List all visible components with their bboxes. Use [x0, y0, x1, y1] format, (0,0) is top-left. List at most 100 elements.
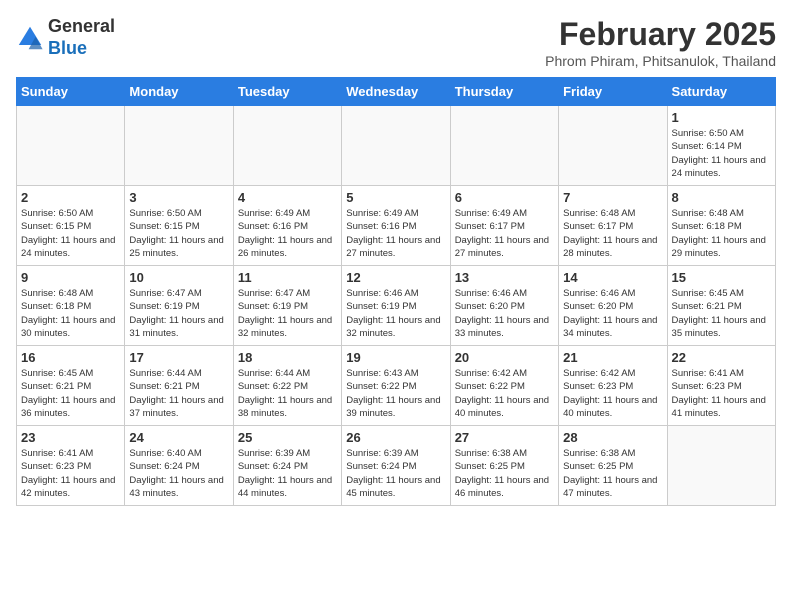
day-info: Sunrise: 6:40 AM Sunset: 6:24 PM Dayligh…: [129, 447, 228, 500]
day-cell: 5 Sunrise: 6:49 AM Sunset: 6:16 PM Daylig…: [342, 186, 450, 266]
header-tuesday: Tuesday: [233, 78, 341, 106]
day-number: 14: [563, 270, 662, 285]
day-cell: 3 Sunrise: 6:50 AM Sunset: 6:15 PM Daylig…: [125, 186, 233, 266]
day-cell: 23 Sunrise: 6:41 AM Sunset: 6:23 PM Dayli…: [17, 426, 125, 506]
header: General Blue February 2025 Phrom Phiram,…: [16, 16, 776, 69]
header-row: SundayMondayTuesdayWednesdayThursdayFrid…: [17, 78, 776, 106]
day-cell: 24 Sunrise: 6:40 AM Sunset: 6:24 PM Dayli…: [125, 426, 233, 506]
day-info: Sunrise: 6:50 AM Sunset: 6:15 PM Dayligh…: [129, 207, 228, 260]
day-info: Sunrise: 6:49 AM Sunset: 6:16 PM Dayligh…: [238, 207, 337, 260]
day-cell: 10Sunrise: 6:47 AM Sunset: 6:19 PM Dayli…: [125, 266, 233, 346]
day-cell: [233, 106, 341, 186]
day-cell: 21 Sunrise: 6:42 AM Sunset: 6:23 PM Dayli…: [559, 346, 667, 426]
header-monday: Monday: [125, 78, 233, 106]
day-number: 10: [129, 270, 228, 285]
day-number: 18: [238, 350, 337, 365]
day-cell: 13Sunrise: 6:46 AM Sunset: 6:20 PM Dayli…: [450, 266, 558, 346]
header-thursday: Thursday: [450, 78, 558, 106]
day-number: 17: [129, 350, 228, 365]
day-info: Sunrise: 6:46 AM Sunset: 6:19 PM Dayligh…: [346, 287, 445, 340]
day-cell: 28 Sunrise: 6:38 AM Sunset: 6:25 PM Dayli…: [559, 426, 667, 506]
day-info: Sunrise: 6:46 AM Sunset: 6:20 PM Dayligh…: [563, 287, 662, 340]
day-number: 19: [346, 350, 445, 365]
day-cell: 11 Sunrise: 6:47 AM Sunset: 6:19 PM Dayli…: [233, 266, 341, 346]
day-cell: 12 Sunrise: 6:46 AM Sunset: 6:19 PM Dayli…: [342, 266, 450, 346]
day-cell: [559, 106, 667, 186]
day-number: 8: [672, 190, 771, 205]
day-cell: 14 Sunrise: 6:46 AM Sunset: 6:20 PM Dayli…: [559, 266, 667, 346]
day-info: Sunrise: 6:45 AM Sunset: 6:21 PM Dayligh…: [672, 287, 771, 340]
day-info: Sunrise: 6:45 AM Sunset: 6:21 PM Dayligh…: [21, 367, 120, 420]
day-info: Sunrise: 6:48 AM Sunset: 6:17 PM Dayligh…: [563, 207, 662, 260]
day-cell: 19 Sunrise: 6:43 AM Sunset: 6:22 PM Dayli…: [342, 346, 450, 426]
week-row-3: 16 Sunrise: 6:45 AM Sunset: 6:21 PM Dayli…: [17, 346, 776, 426]
day-number: 9: [21, 270, 120, 285]
logo-blue: Blue: [48, 38, 87, 58]
header-wednesday: Wednesday: [342, 78, 450, 106]
week-row-2: 9 Sunrise: 6:48 AM Sunset: 6:18 PM Daylig…: [17, 266, 776, 346]
day-cell: 7 Sunrise: 6:48 AM Sunset: 6:17 PM Daylig…: [559, 186, 667, 266]
day-number: 26: [346, 430, 445, 445]
logo-general: General: [48, 16, 115, 36]
day-info: Sunrise: 6:42 AM Sunset: 6:22 PM Dayligh…: [455, 367, 554, 420]
day-info: Sunrise: 6:48 AM Sunset: 6:18 PM Dayligh…: [21, 287, 120, 340]
day-cell: 1Sunrise: 6:50 AM Sunset: 6:14 PM Daylig…: [667, 106, 775, 186]
week-row-1: 2 Sunrise: 6:50 AM Sunset: 6:15 PM Daylig…: [17, 186, 776, 266]
day-cell: 20Sunrise: 6:42 AM Sunset: 6:22 PM Dayli…: [450, 346, 558, 426]
day-number: 16: [21, 350, 120, 365]
day-info: Sunrise: 6:41 AM Sunset: 6:23 PM Dayligh…: [672, 367, 771, 420]
day-cell: [450, 106, 558, 186]
day-info: Sunrise: 6:39 AM Sunset: 6:24 PM Dayligh…: [238, 447, 337, 500]
day-number: 11: [238, 270, 337, 285]
day-number: 24: [129, 430, 228, 445]
day-number: 1: [672, 110, 771, 125]
logo: General Blue: [16, 16, 115, 59]
header-sunday: Sunday: [17, 78, 125, 106]
day-cell: 2Sunrise: 6:50 AM Sunset: 6:15 PM Daylig…: [17, 186, 125, 266]
day-info: Sunrise: 6:44 AM Sunset: 6:21 PM Dayligh…: [129, 367, 228, 420]
day-cell: [125, 106, 233, 186]
day-info: Sunrise: 6:38 AM Sunset: 6:25 PM Dayligh…: [455, 447, 554, 500]
day-cell: 26 Sunrise: 6:39 AM Sunset: 6:24 PM Dayli…: [342, 426, 450, 506]
day-info: Sunrise: 6:39 AM Sunset: 6:24 PM Dayligh…: [346, 447, 445, 500]
header-friday: Friday: [559, 78, 667, 106]
day-number: 7: [563, 190, 662, 205]
day-number: 2: [21, 190, 120, 205]
logo-icon: [16, 24, 44, 52]
day-cell: 9 Sunrise: 6:48 AM Sunset: 6:18 PM Daylig…: [17, 266, 125, 346]
day-number: 25: [238, 430, 337, 445]
day-info: Sunrise: 6:49 AM Sunset: 6:16 PM Dayligh…: [346, 207, 445, 260]
calendar-body: 1Sunrise: 6:50 AM Sunset: 6:14 PM Daylig…: [17, 106, 776, 506]
day-number: 28: [563, 430, 662, 445]
day-number: 23: [21, 430, 120, 445]
day-number: 13: [455, 270, 554, 285]
day-cell: 16 Sunrise: 6:45 AM Sunset: 6:21 PM Dayli…: [17, 346, 125, 426]
day-number: 21: [563, 350, 662, 365]
day-cell: 17 Sunrise: 6:44 AM Sunset: 6:21 PM Dayli…: [125, 346, 233, 426]
day-number: 5: [346, 190, 445, 205]
day-number: 12: [346, 270, 445, 285]
day-number: 3: [129, 190, 228, 205]
day-cell: 15 Sunrise: 6:45 AM Sunset: 6:21 PM Dayli…: [667, 266, 775, 346]
calendar-header: SundayMondayTuesdayWednesdayThursdayFrid…: [17, 78, 776, 106]
day-info: Sunrise: 6:44 AM Sunset: 6:22 PM Dayligh…: [238, 367, 337, 420]
week-row-0: 1Sunrise: 6:50 AM Sunset: 6:14 PM Daylig…: [17, 106, 776, 186]
title-area: February 2025 Phrom Phiram, Phitsanulok,…: [545, 16, 776, 69]
logo-text: General Blue: [48, 16, 115, 59]
day-number: 27: [455, 430, 554, 445]
day-cell: 25 Sunrise: 6:39 AM Sunset: 6:24 PM Dayli…: [233, 426, 341, 506]
day-cell: 8 Sunrise: 6:48 AM Sunset: 6:18 PM Daylig…: [667, 186, 775, 266]
calendar-title: February 2025: [545, 16, 776, 53]
day-number: 15: [672, 270, 771, 285]
day-cell: [17, 106, 125, 186]
day-info: Sunrise: 6:48 AM Sunset: 6:18 PM Dayligh…: [672, 207, 771, 260]
day-info: Sunrise: 6:42 AM Sunset: 6:23 PM Dayligh…: [563, 367, 662, 420]
day-cell: [667, 426, 775, 506]
day-info: Sunrise: 6:47 AM Sunset: 6:19 PM Dayligh…: [238, 287, 337, 340]
day-info: Sunrise: 6:43 AM Sunset: 6:22 PM Dayligh…: [346, 367, 445, 420]
day-cell: 27 Sunrise: 6:38 AM Sunset: 6:25 PM Dayli…: [450, 426, 558, 506]
day-info: Sunrise: 6:38 AM Sunset: 6:25 PM Dayligh…: [563, 447, 662, 500]
day-cell: 18 Sunrise: 6:44 AM Sunset: 6:22 PM Dayli…: [233, 346, 341, 426]
day-cell: 4Sunrise: 6:49 AM Sunset: 6:16 PM Daylig…: [233, 186, 341, 266]
day-info: Sunrise: 6:41 AM Sunset: 6:23 PM Dayligh…: [21, 447, 120, 500]
